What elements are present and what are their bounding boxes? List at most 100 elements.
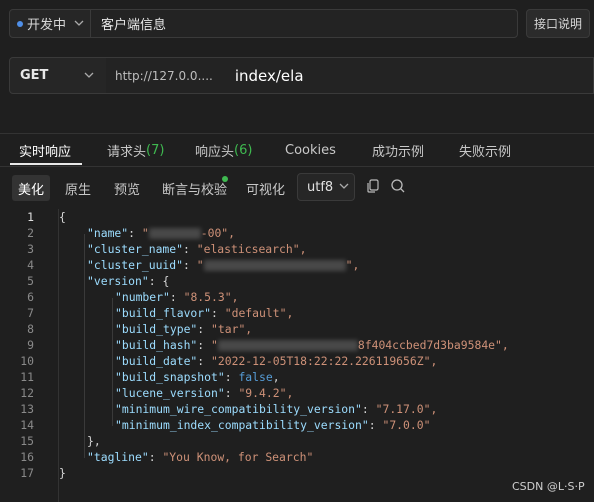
line-number: 16	[0, 449, 34, 465]
code-token: :	[368, 418, 383, 432]
code-line: "build_type": "tar",	[115, 321, 252, 337]
line-number: 3	[0, 241, 34, 257]
code-token: :	[224, 370, 239, 384]
tab-cookies[interactable]: Cookies	[285, 134, 336, 166]
view-pretty-button[interactable]: 美化	[12, 175, 51, 201]
api-title-input[interactable]: 客户端信息	[90, 9, 518, 38]
code-token: :	[169, 290, 184, 304]
code-line: "build_snapshot": false,	[115, 369, 280, 385]
code-token: "7.17.0",	[375, 402, 438, 416]
tab-live-response[interactable]: 实时响应	[19, 134, 71, 166]
tab-failure-example[interactable]: 失败示例	[459, 134, 511, 166]
code-line: "build_hash": " 8f404ccbed7d3ba9584e",	[115, 337, 509, 353]
code-token: :	[361, 402, 376, 416]
line-number-text: 8	[27, 322, 34, 336]
line-number-text: 13	[20, 402, 34, 416]
environment-select[interactable]: 开发中	[9, 9, 91, 38]
code-token: "	[196, 258, 204, 272]
tab-request-headers[interactable]: 请求头 (7)	[107, 134, 164, 166]
search-icon[interactable]	[390, 178, 408, 196]
line-number: 11	[0, 369, 34, 385]
code-token: "cluster_name"	[87, 242, 184, 256]
line-number-text: 2	[27, 226, 34, 240]
tab-response-headers[interactable]: 响应头 (6)	[195, 134, 252, 166]
line-number-text: 5	[27, 274, 34, 288]
http-method-select[interactable]: GET	[9, 57, 107, 94]
code-token: "build_snapshot"	[115, 370, 225, 384]
code-token: "7.0.0"	[382, 418, 431, 432]
encoding-label: utf8	[307, 179, 334, 195]
code-token: "	[211, 338, 218, 352]
code-token: "build_date"	[115, 354, 198, 368]
chevron-down-icon	[74, 19, 84, 29]
code-line: "lucene_version": "9.4.2",	[115, 385, 293, 401]
line-number-text: 6	[27, 290, 34, 304]
tab-count: (6)	[234, 142, 253, 158]
code-token: :	[197, 322, 212, 336]
line-number: 6	[0, 289, 34, 305]
environment-label: 开发中	[27, 18, 67, 33]
line-number-text: 9	[27, 338, 34, 352]
code-line: "name": " -00",	[87, 225, 235, 241]
code-line: "tagline": "You Know, for Search"	[87, 449, 313, 465]
code-line: "version": {	[87, 273, 169, 289]
code-token: :	[148, 274, 163, 288]
line-number: 1	[0, 209, 34, 225]
url-path: index/ela	[234, 66, 304, 85]
code-token: "tagline"	[87, 450, 149, 464]
code-line: "minimum_index_compatibility_version": "…	[115, 417, 430, 433]
code-token: "default",	[224, 306, 294, 320]
code-token: "version"	[87, 274, 149, 288]
line-number: 4	[0, 257, 34, 273]
encoding-select[interactable]: utf8	[297, 173, 355, 201]
code-token: "build_hash"	[115, 338, 198, 352]
response-tabs: 实时响应 请求头 (7) 响应头 (6) Cookies 成功示例 失败示例	[0, 134, 594, 166]
code-token: "build_flavor"	[115, 306, 212, 320]
line-number: 15	[0, 433, 34, 449]
code-line: "minimum_wire_compatibility_version": "7…	[115, 401, 437, 417]
response-body-code[interactable]: 1 {2 "name": " -00", 3 "cluster_name": "elast…	[0, 209, 594, 502]
line-number-text: 16	[20, 450, 34, 464]
tab-success-example[interactable]: 成功示例	[372, 134, 424, 166]
view-preview-button[interactable]: 预览	[108, 175, 146, 201]
watermark: CSDN @L·S·P	[512, 480, 585, 493]
code-token: "minimum_index_compatibility_version"	[115, 418, 369, 432]
view-raw-button[interactable]: 原生	[59, 175, 97, 201]
url-input[interactable]: http://127.0.0.... index/ela	[106, 57, 594, 94]
code-line: "number": "8.5.3",	[115, 289, 238, 305]
url-prefix: http://127.0.0....	[115, 68, 213, 83]
view-visualize-button[interactable]: 可视化	[240, 175, 291, 201]
line-number-text: 10	[20, 354, 34, 368]
divider	[0, 166, 594, 167]
code-token: 8f404ccbed7d3ba9584e",	[357, 338, 509, 352]
tab-label: 成功示例	[372, 144, 425, 160]
tab-label: 请求头	[107, 144, 147, 160]
assertion-status-dot	[222, 176, 228, 182]
code-token: false	[238, 370, 273, 384]
code-token: "cluster_uuid"	[87, 258, 184, 272]
chevron-down-icon	[84, 70, 94, 81]
code-token: :	[183, 258, 197, 272]
tab-label: Cookies	[285, 142, 336, 158]
http-method-label: GET	[20, 68, 49, 83]
code-token: }	[59, 466, 66, 480]
code-line: "build_flavor": "default",	[115, 305, 293, 321]
code-line: "cluster_name": "elasticsearch",	[87, 241, 306, 257]
active-tab-indicator	[10, 163, 82, 165]
line-number: 10	[0, 353, 34, 369]
code-line: }	[59, 465, 66, 481]
code-token: "2022-12-05T18:22:22.226119656Z",	[211, 354, 438, 368]
code-token: "number"	[115, 290, 170, 304]
code-token: ,	[272, 370, 280, 384]
code-token: :	[224, 386, 239, 400]
copy-icon[interactable]	[365, 178, 383, 196]
line-number-text: 4	[27, 258, 34, 272]
code-token: },	[87, 434, 101, 448]
chevron-down-icon	[339, 182, 349, 192]
api-doc-button[interactable]: 接口说明	[526, 9, 590, 38]
environment-status-dot	[17, 20, 23, 27]
tab-label: 实时响应	[19, 144, 72, 160]
code-token: {	[59, 210, 66, 224]
code-token: :	[197, 338, 212, 352]
line-number-text: 17	[20, 466, 34, 480]
